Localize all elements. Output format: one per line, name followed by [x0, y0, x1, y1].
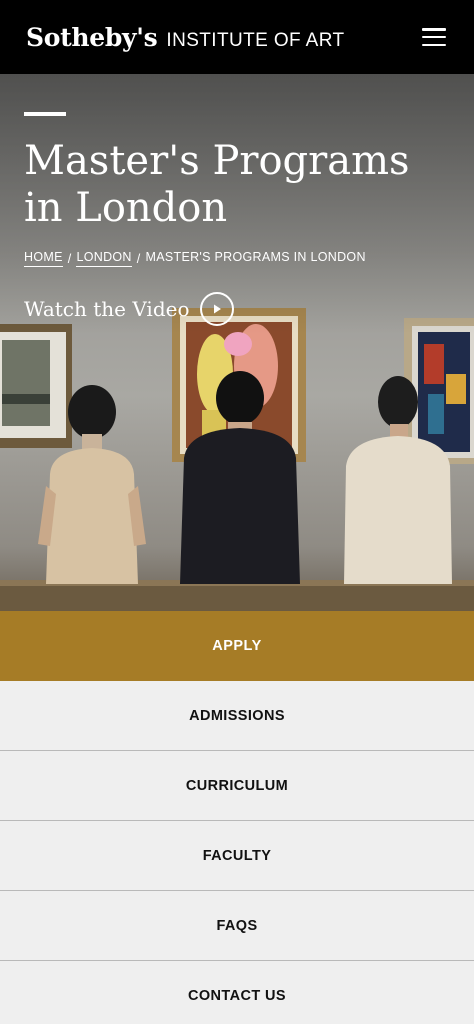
title-accent-line [24, 112, 66, 116]
nav-item-label: FACULTY [202, 847, 272, 864]
breadcrumb-london-link[interactable]: LONDON [76, 250, 132, 267]
hero-banner: Master's Programs in London HOME / LONDO… [0, 74, 474, 611]
brand-subtitle: INSTITUTE OF ART [166, 29, 345, 51]
breadcrumb: HOME / LONDON / MASTER'S PROGRAMS IN LON… [24, 250, 366, 267]
brand-name: Sotheby's [26, 22, 158, 52]
nav-item-faqs[interactable]: FAQS [0, 891, 474, 961]
hamburger-menu-icon[interactable] [422, 28, 446, 46]
nav-item-label: CURRICULUM [185, 777, 289, 794]
nav-item-contact-us[interactable]: CONTACT US [0, 961, 474, 1024]
breadcrumb-separator: / [136, 251, 141, 266]
apply-button-label: APPLY [212, 638, 262, 654]
nav-item-faculty[interactable]: FACULTY [0, 821, 474, 891]
nav-item-label: FAQS [216, 917, 258, 934]
watch-video-link[interactable]: Watch the Video [24, 292, 234, 326]
play-circle-icon[interactable] [199, 292, 234, 326]
nav-item-label: CONTACT US [188, 987, 286, 1004]
site-header: Sotheby's INSTITUTE OF ART [0, 0, 474, 74]
nav-item-curriculum[interactable]: CURRICULUM [0, 751, 474, 821]
breadcrumb-separator: / [67, 251, 72, 266]
page-title: Master's Programs in London [24, 138, 410, 231]
nav-item-label: ADMISSIONS [189, 707, 285, 724]
program-nav: ADMISSIONS CURRICULUM FACULTY FAQS CONTA… [0, 681, 474, 1024]
nav-item-admissions[interactable]: ADMISSIONS [0, 681, 474, 751]
apply-button[interactable]: APPLY [0, 611, 474, 681]
breadcrumb-current: MASTER'S PROGRAMS IN LONDON [145, 250, 366, 264]
breadcrumb-home-link[interactable]: HOME [24, 250, 63, 267]
watch-video-label: Watch the Video [24, 297, 190, 321]
brand-logo[interactable]: Sotheby's INSTITUTE OF ART [26, 23, 345, 52]
